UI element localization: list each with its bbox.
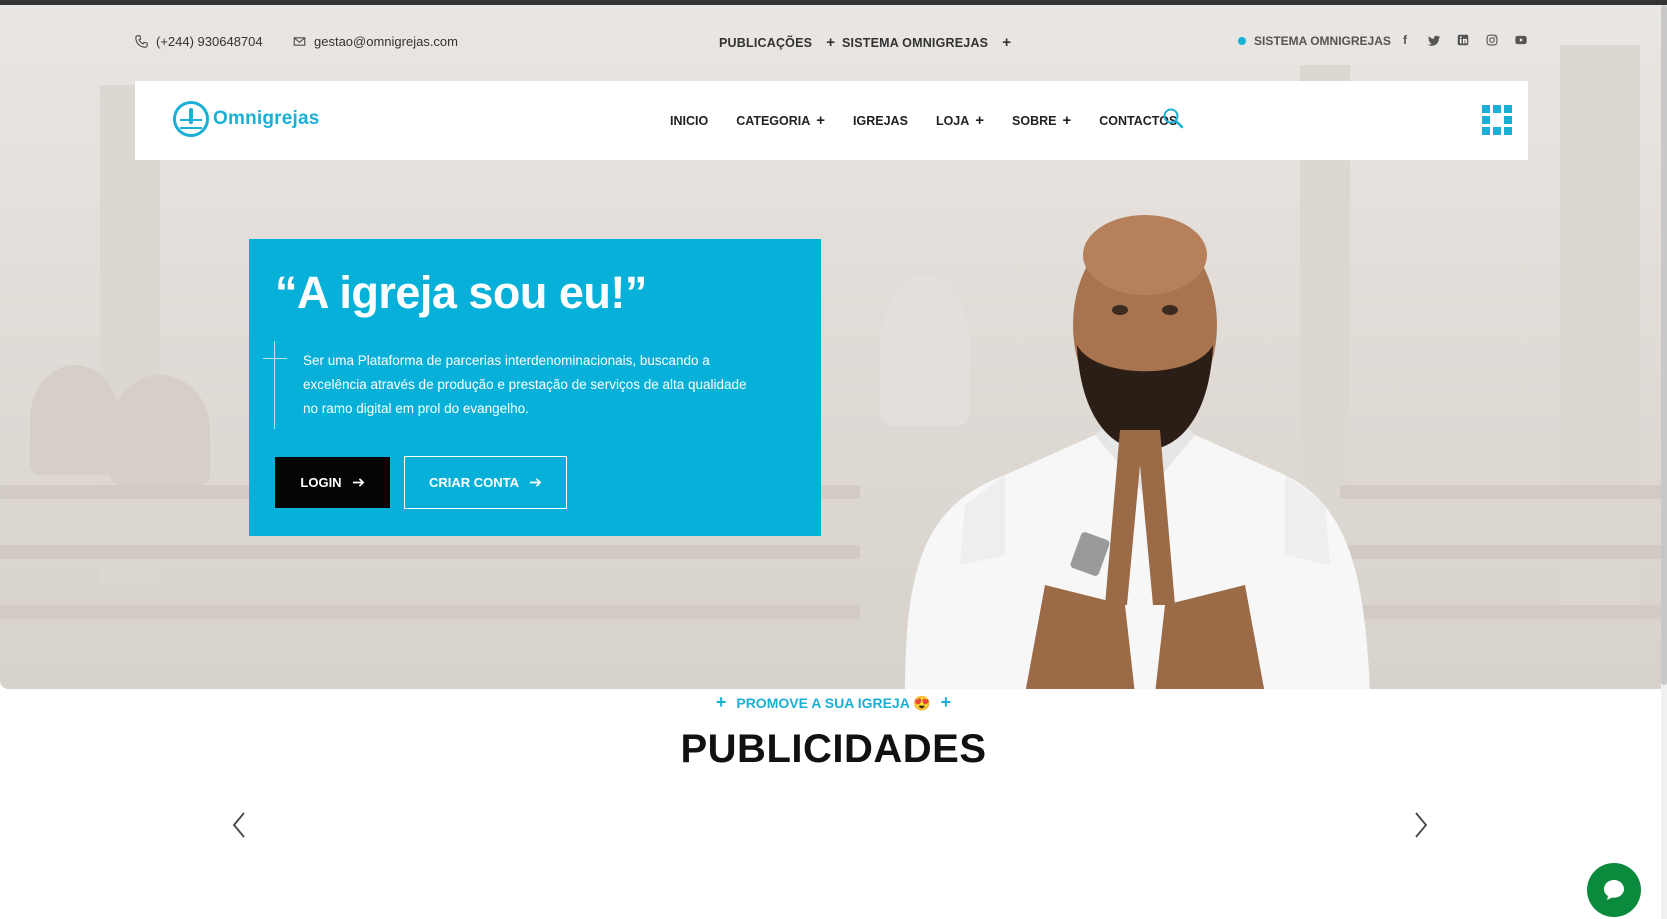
- hero-title: “A igreja sou eu!”: [275, 267, 647, 318]
- carousel-next-icon[interactable]: [1409, 810, 1431, 840]
- menu-item-label: LOJA: [935, 113, 970, 128]
- linkedin-icon[interactable]: [1456, 33, 1470, 47]
- plus-icon: +: [940, 692, 952, 712]
- email-contact[interactable]: gestao@omnigrejas.com: [293, 34, 458, 49]
- youtube-icon[interactable]: [1514, 33, 1528, 47]
- main-menu: INICIO CATEGORIA + IGREJAS LOJA + SOBRE …: [670, 112, 1177, 129]
- chat-button[interactable]: [1587, 863, 1641, 917]
- hero-description: Ser uma Plataforma de parcerias interden…: [303, 353, 747, 416]
- plus-icon: +: [826, 34, 836, 51]
- topnav-publicacoes-label: PUBLICAÇÕES: [719, 35, 813, 50]
- chat-bubble-icon: [1604, 880, 1624, 900]
- search-icon[interactable]: [1162, 107, 1184, 129]
- menu-item-categoria[interactable]: CATEGORIA +: [736, 112, 825, 129]
- section-title: PUBLICIDADES: [680, 727, 987, 771]
- grid-menu-icon[interactable]: [1482, 105, 1512, 135]
- promo-text: PROMOVE A SUA IGREJA 😍: [736, 695, 931, 711]
- hero-card: “A igreja sou eu!” Ser uma Plataforma de…: [249, 239, 821, 536]
- carousel-prev-icon[interactable]: [229, 810, 251, 840]
- menu-item-label: CATEGORIA: [736, 113, 811, 128]
- decorative-line: [274, 341, 275, 429]
- menu-item-igrejas[interactable]: IGREJAS: [853, 112, 908, 129]
- menu-item-label: SOBRE: [1012, 113, 1057, 128]
- menu-item-inicio[interactable]: INICIO: [670, 112, 708, 129]
- decorative-line: [263, 358, 287, 359]
- site-logo[interactable]: Omnigrejas: [173, 101, 320, 137]
- plus-icon: +: [816, 112, 826, 129]
- menu-item-label: INICIO: [670, 113, 709, 128]
- top-bar: (+244) 930648704 gestao@omnigrejas.com P…: [0, 30, 1667, 56]
- status-dot-icon: [1238, 37, 1246, 45]
- arrow-right-icon: [529, 478, 542, 487]
- facebook-icon[interactable]: f: [1398, 33, 1412, 47]
- plus-icon: +: [715, 692, 727, 712]
- topnav-publicacoes[interactable]: PUBLICAÇÕES +: [719, 34, 835, 51]
- phone-icon: [135, 35, 148, 48]
- twitter-icon[interactable]: [1427, 33, 1441, 47]
- system-status-label: SISTEMA OMNIGREJAS: [1254, 34, 1391, 48]
- plus-icon: +: [1002, 34, 1012, 51]
- create-account-label: CRIAR CONTA: [428, 475, 520, 490]
- topnav-sistema-label: SISTEMA OMNIGREJAS: [842, 35, 989, 50]
- login-button[interactable]: LOGIN: [275, 457, 390, 508]
- promo-tagline: + PROMOVE A SUA IGREJA 😍 +: [0, 692, 1667, 713]
- instagram-icon[interactable]: [1485, 33, 1499, 47]
- login-button-label: LOGIN: [300, 475, 342, 490]
- logo-text: Omnigrejas: [213, 108, 320, 129]
- plus-icon: +: [975, 112, 985, 129]
- plus-icon: +: [1062, 112, 1072, 129]
- email-text: gestao@omnigrejas.com: [314, 34, 458, 49]
- menu-item-label: IGREJAS: [853, 113, 908, 128]
- system-status-link[interactable]: SISTEMA OMNIGREJAS: [1238, 34, 1391, 48]
- phone-contact[interactable]: (+244) 930648704: [135, 34, 263, 49]
- social-links: f: [1398, 33, 1528, 47]
- arrow-right-icon: [352, 478, 364, 487]
- topnav-sistema[interactable]: SISTEMA OMNIGREJAS +: [842, 34, 1011, 51]
- praying-man-image: [905, 215, 1370, 689]
- menu-item-loja[interactable]: LOJA +: [936, 112, 984, 129]
- mail-icon: [293, 37, 306, 46]
- create-account-button[interactable]: CRIAR CONTA: [404, 456, 567, 509]
- main-navbar: Omnigrejas INICIO CATEGORIA + IGREJAS LO…: [135, 81, 1528, 160]
- phone-text: (+244) 930648704: [156, 34, 263, 49]
- scrollbar-thumb[interactable]: [1661, 5, 1667, 685]
- menu-item-sobre[interactable]: SOBRE +: [1012, 112, 1071, 129]
- omnigrejas-logo-icon: [173, 101, 209, 137]
